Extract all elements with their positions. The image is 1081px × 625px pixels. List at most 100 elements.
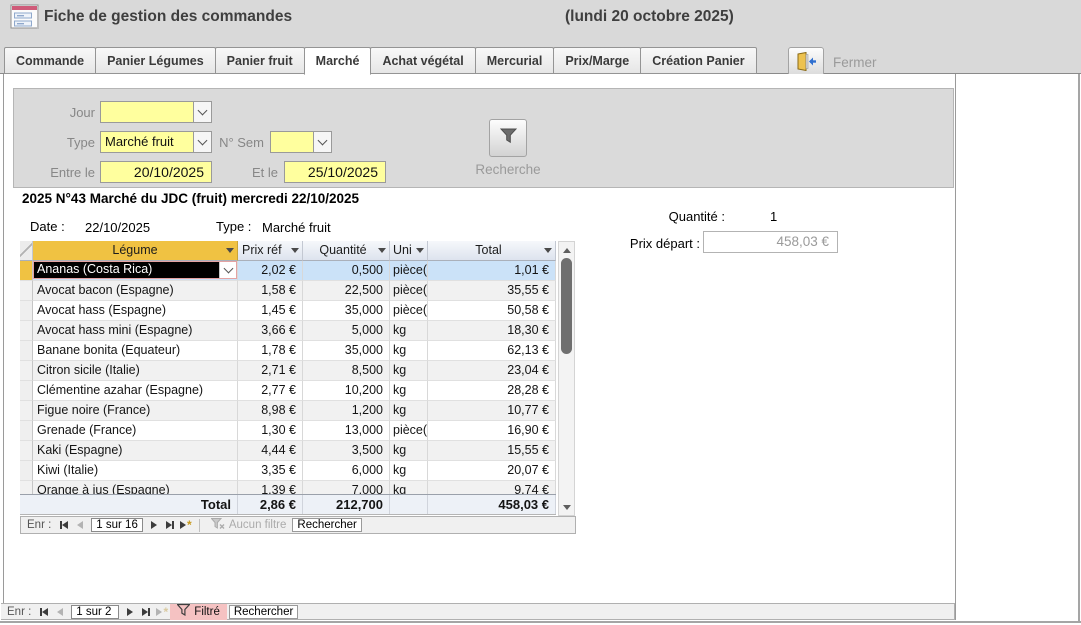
- price-cell[interactable]: 4,44 €: [238, 441, 303, 461]
- tab-creation-panier[interactable]: Création Panier: [640, 47, 756, 74]
- grid-vertical-scrollbar[interactable]: [558, 241, 575, 516]
- table-row[interactable]: Figue noire (France)8,98 €1,200kg10,77 €: [20, 401, 556, 421]
- table-row[interactable]: Avocat bacon (Espagne)1,58 €22,500pièce(…: [20, 281, 556, 301]
- legume-cell[interactable]: Kiwi (Italie): [33, 461, 238, 481]
- last-record-button[interactable]: [138, 605, 154, 619]
- new-record-button[interactable]: *: [178, 518, 194, 532]
- quantity-cell[interactable]: 0,500: [303, 261, 390, 281]
- unit-cell[interactable]: pièce(s): [390, 301, 428, 321]
- record-position-box[interactable]: 1 sur 2: [71, 605, 119, 619]
- legume-cell[interactable]: Avocat hass (Espagne): [33, 301, 238, 321]
- chevron-down-icon[interactable]: [378, 248, 386, 253]
- quantity-cell[interactable]: 10,200: [303, 381, 390, 401]
- legume-cell[interactable]: Avocat bacon (Espagne): [33, 281, 238, 301]
- total-cell[interactable]: 16,90 €: [428, 421, 556, 441]
- quantity-cell[interactable]: 35,000: [303, 301, 390, 321]
- row-selector[interactable]: [20, 301, 33, 321]
- price-cell[interactable]: 1,30 €: [238, 421, 303, 441]
- quantity-cell[interactable]: 35,000: [303, 341, 390, 361]
- column-header-total[interactable]: Total: [428, 241, 556, 261]
- chevron-down-icon[interactable]: [291, 248, 299, 253]
- quantity-cell[interactable]: 13,000: [303, 421, 390, 441]
- row-selector[interactable]: [20, 461, 33, 481]
- table-row[interactable]: Kaki (Espagne)4,44 €3,500kg15,55 €: [20, 441, 556, 461]
- price-cell[interactable]: 1,39 €: [238, 481, 303, 494]
- first-record-button[interactable]: [36, 605, 52, 619]
- unit-cell[interactable]: kg: [390, 381, 428, 401]
- table-row[interactable]: Citron sicile (Italie)2,71 €8,500kg23,04…: [20, 361, 556, 381]
- column-header-legume[interactable]: Légume: [33, 241, 238, 261]
- quantity-cell[interactable]: 22,500: [303, 281, 390, 301]
- num-sem-combobox[interactable]: [270, 131, 332, 153]
- table-row[interactable]: Banane bonita (Equateur)1,78 €35,000kg62…: [20, 341, 556, 361]
- chevron-down-icon[interactable]: [193, 102, 211, 122]
- row-selector[interactable]: [20, 401, 33, 421]
- tab-marche[interactable]: Marché: [304, 47, 372, 75]
- unit-cell[interactable]: kg: [390, 361, 428, 381]
- table-row[interactable]: Ananas (Costa Rica)2,02 €0,500pièce(s)1,…: [20, 261, 556, 281]
- column-header-uni[interactable]: Uni: [390, 241, 428, 261]
- row-selector[interactable]: [20, 421, 33, 441]
- quantity-cell[interactable]: 1,200: [303, 401, 390, 421]
- scroll-up-arrow-icon[interactable]: [559, 243, 574, 257]
- tab-prix-marge[interactable]: Prix/Marge: [553, 47, 641, 74]
- unit-cell[interactable]: kg: [390, 461, 428, 481]
- unit-cell[interactable]: kg: [390, 441, 428, 461]
- price-cell[interactable]: 2,71 €: [238, 361, 303, 381]
- legume-cell[interactable]: Figue noire (France): [33, 401, 238, 421]
- legume-cell[interactable]: Grenade (France): [33, 421, 238, 441]
- search-filter-button[interactable]: [489, 119, 527, 157]
- legume-combobox[interactable]: Ananas (Costa Rica): [33, 261, 237, 279]
- unit-cell[interactable]: kg: [390, 341, 428, 361]
- total-cell[interactable]: 35,55 €: [428, 281, 556, 301]
- no-filter-toggle[interactable]: Aucun filtre: [205, 518, 293, 533]
- table-row[interactable]: Orange à jus (Espagne)1,39 €7,000kg9,74 …: [20, 481, 556, 494]
- start-price-field[interactable]: 458,03 €: [703, 231, 838, 253]
- total-cell[interactable]: 15,55 €: [428, 441, 556, 461]
- legume-cell[interactable]: Ananas (Costa Rica): [33, 261, 238, 281]
- legume-cell[interactable]: Clémentine azahar (Espagne): [33, 381, 238, 401]
- price-cell[interactable]: 1,78 €: [238, 341, 303, 361]
- tab-panier-legumes[interactable]: Panier Légumes: [95, 47, 216, 74]
- jour-combobox[interactable]: [100, 101, 212, 123]
- row-selector[interactable]: [20, 281, 33, 301]
- quantity-cell[interactable]: 8,500: [303, 361, 390, 381]
- table-row[interactable]: Grenade (France)1,30 €13,000pièce(s)16,9…: [20, 421, 556, 441]
- legume-cell[interactable]: Banane bonita (Equateur): [33, 341, 238, 361]
- price-cell[interactable]: 8,98 €: [238, 401, 303, 421]
- legume-cell[interactable]: Citron sicile (Italie): [33, 361, 238, 381]
- table-row[interactable]: Kiwi (Italie)3,35 €6,000kg20,07 €: [20, 461, 556, 481]
- quantity-cell[interactable]: 5,000: [303, 321, 390, 341]
- chevron-down-icon[interactable]: [313, 132, 331, 152]
- chevron-down-icon[interactable]: [544, 248, 552, 253]
- row-selector[interactable]: [20, 341, 33, 361]
- total-cell[interactable]: 10,77 €: [428, 401, 556, 421]
- row-selector[interactable]: [20, 481, 33, 494]
- record-position-box[interactable]: 1 sur 16: [91, 518, 143, 532]
- unit-cell[interactable]: kg: [390, 481, 428, 494]
- first-record-button[interactable]: [56, 518, 72, 532]
- price-cell[interactable]: 2,77 €: [238, 381, 303, 401]
- filtered-toggle[interactable]: Filtré: [170, 604, 227, 620]
- previous-record-button[interactable]: [52, 605, 68, 619]
- mainform-search-input[interactable]: Rechercher: [229, 605, 298, 619]
- table-row[interactable]: Clémentine azahar (Espagne)2,77 €10,200k…: [20, 381, 556, 401]
- chevron-down-icon[interactable]: [219, 262, 236, 278]
- quantity-cell[interactable]: 6,000: [303, 461, 390, 481]
- unit-cell[interactable]: kg: [390, 321, 428, 341]
- unit-cell[interactable]: pièce(s): [390, 421, 428, 441]
- row-selector[interactable]: [20, 441, 33, 461]
- tab-panier-fruit[interactable]: Panier fruit: [215, 47, 305, 74]
- total-cell[interactable]: 23,04 €: [428, 361, 556, 381]
- price-cell[interactable]: 1,58 €: [238, 281, 303, 301]
- row-selector[interactable]: [20, 361, 33, 381]
- total-cell[interactable]: 62,13 €: [428, 341, 556, 361]
- total-cell[interactable]: 50,58 €: [428, 301, 556, 321]
- scrollbar-thumb[interactable]: [561, 258, 572, 354]
- quantity-cell[interactable]: 3,500: [303, 441, 390, 461]
- unit-cell[interactable]: kg: [390, 401, 428, 421]
- table-row[interactable]: Avocat hass (Espagne)1,45 €35,000pièce(s…: [20, 301, 556, 321]
- total-cell[interactable]: 28,28 €: [428, 381, 556, 401]
- subform-search-input[interactable]: Rechercher: [292, 518, 361, 532]
- quantity-cell[interactable]: 7,000: [303, 481, 390, 494]
